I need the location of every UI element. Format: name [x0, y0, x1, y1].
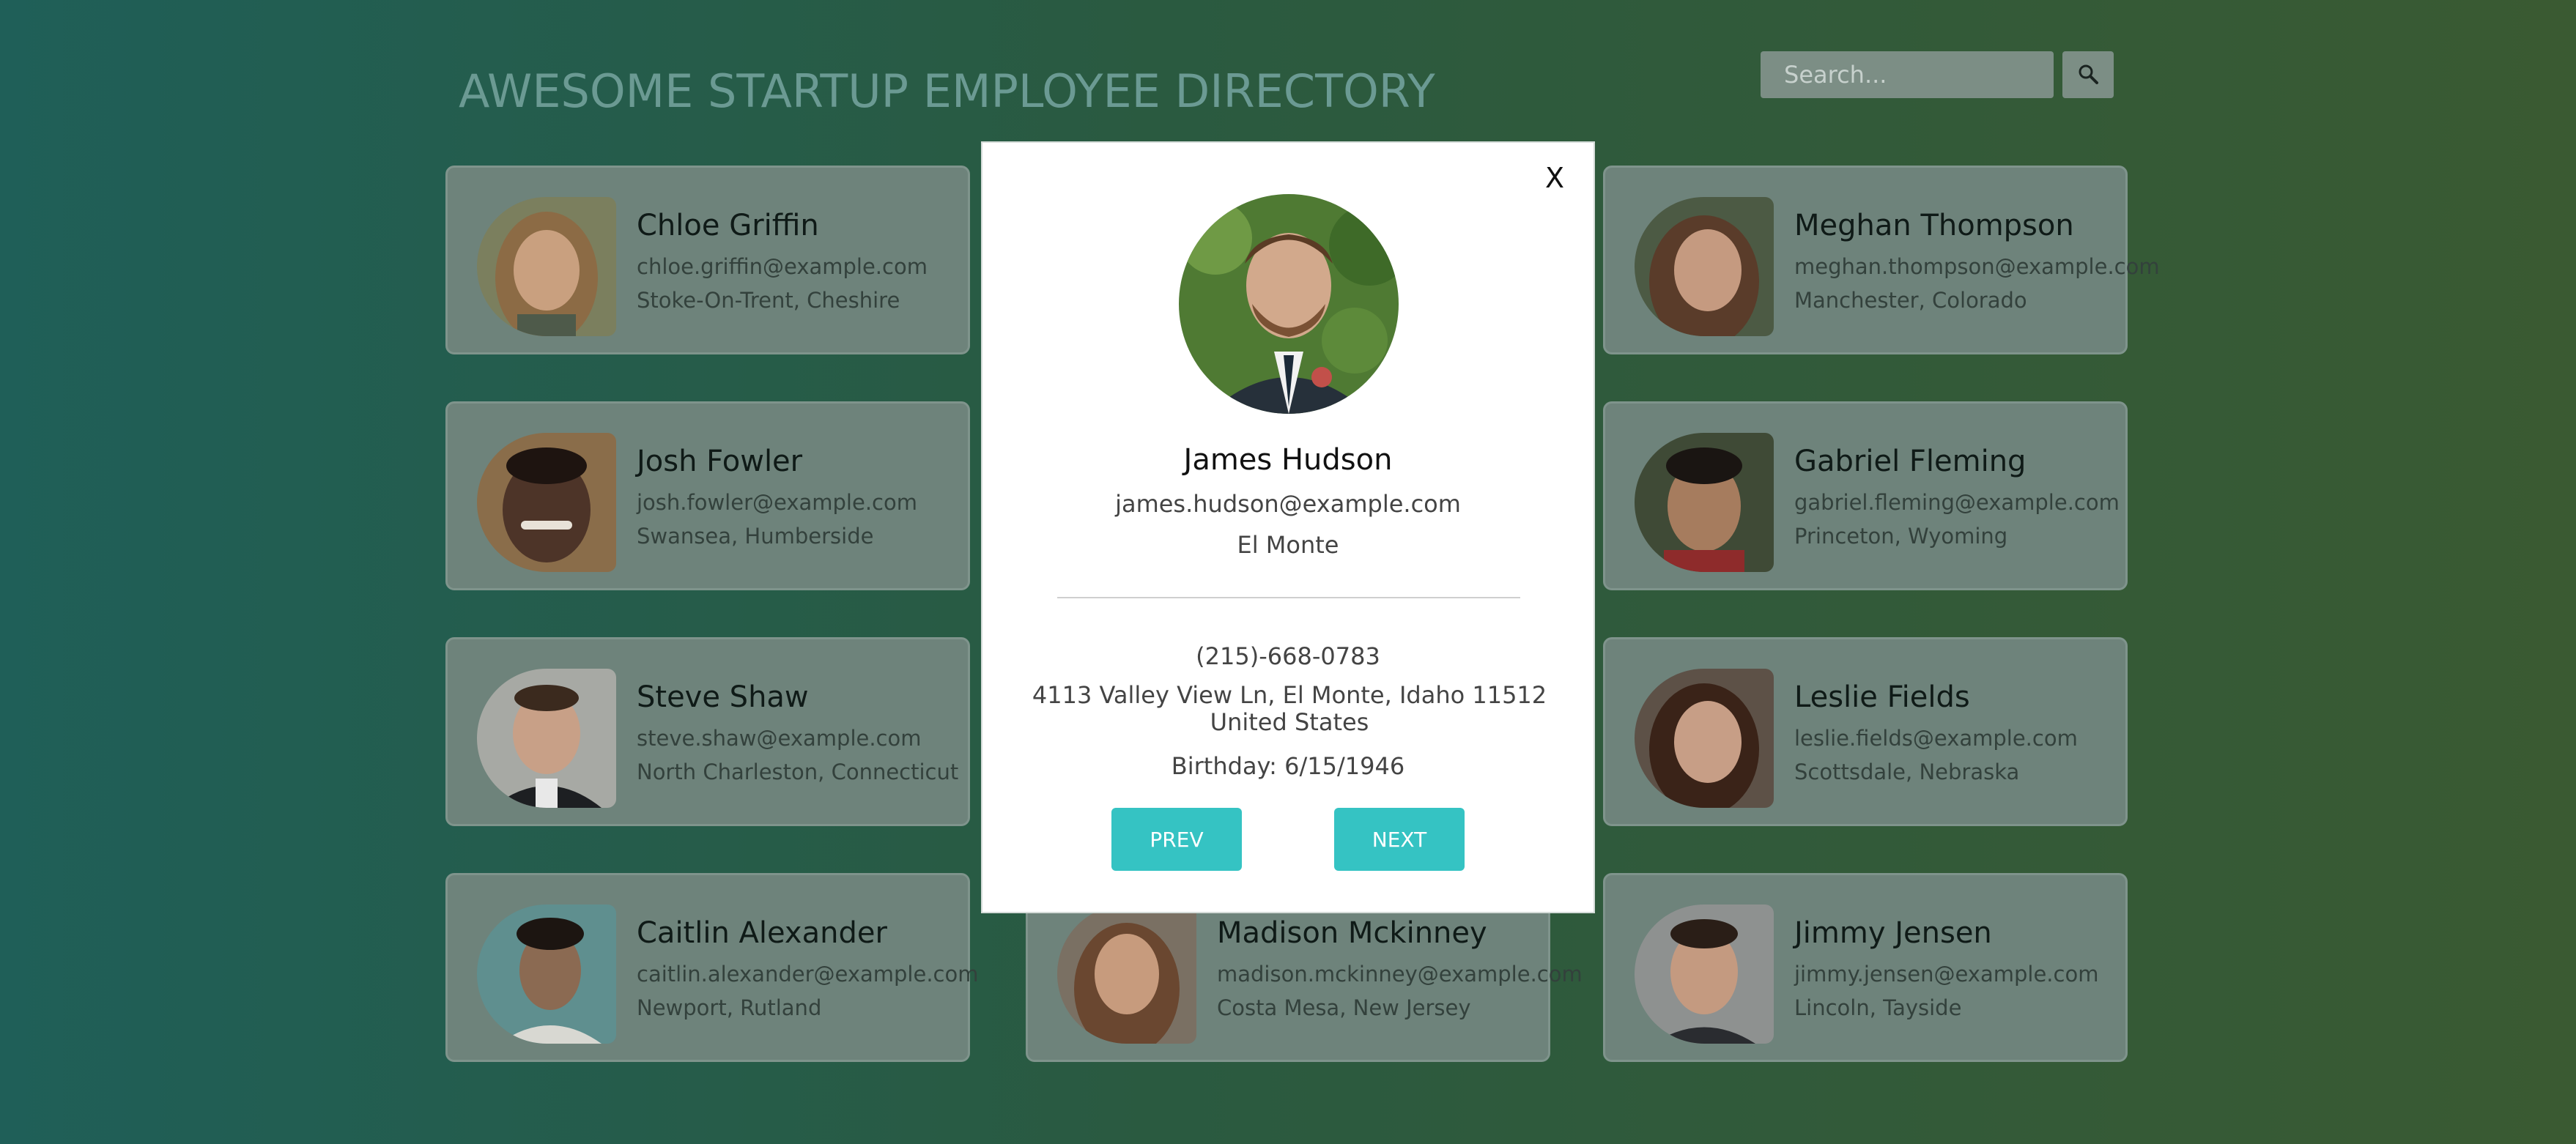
avatar [1635, 669, 1774, 808]
employee-card[interactable]: Caitlin Alexander caitlin.alexander@exam… [445, 873, 978, 1062]
avatar [1635, 905, 1774, 1044]
employee-name: Meghan Thompson [1794, 209, 2074, 242]
search-form [1761, 51, 2114, 98]
search-input[interactable] [1761, 51, 2054, 98]
avatar [1057, 905, 1196, 1044]
modal-divider [1057, 597, 1520, 598]
employee-location: Lincoln, Tayside [1794, 995, 1962, 1020]
employee-location: Princeton, Wyoming [1794, 524, 2008, 549]
modal-phone: (215)-668-0783 [1196, 642, 1380, 670]
prev-button[interactable]: PREV [1111, 808, 1242, 871]
employee-modal: X James Hudson james.hudson@example.com … [981, 141, 1595, 913]
close-button[interactable]: X [1545, 162, 1564, 194]
next-button[interactable]: NEXT [1334, 808, 1465, 871]
employee-card[interactable]: Jimmy Jensen jimmy.jensen@example.com Li… [1603, 873, 2128, 1062]
employee-name: Josh Fowler [637, 445, 803, 478]
avatar [477, 905, 616, 1044]
employee-location: Scottsdale, Nebraska [1794, 759, 2020, 784]
modal-city: El Monte [1237, 531, 1339, 559]
employee-email: caitlin.alexander@example.com [637, 962, 979, 987]
avatar [477, 197, 616, 336]
employee-location: Manchester, Colorado [1794, 288, 2027, 313]
employee-card[interactable]: Gabriel Fleming gabriel.fleming@example.… [1603, 401, 2128, 590]
employee-name: Madison Mckinney [1217, 916, 1487, 950]
avatar [477, 669, 616, 808]
employee-card[interactable]: Meghan Thompson meghan.thompson@example.… [1603, 166, 2160, 354]
employee-name: Chloe Griffin [637, 209, 819, 242]
employee-email: steve.shaw@example.com [637, 726, 922, 751]
modal-birthday: Birthday: 6/15/1946 [1171, 752, 1405, 780]
employee-email: chloe.griffin@example.com [637, 254, 928, 279]
employee-email: meghan.thompson@example.com [1794, 254, 2160, 279]
employee-location: North Charleston, Connecticut [637, 759, 959, 784]
employee-name: Leslie Fields [1794, 680, 1970, 714]
modal-name: James Hudson [1183, 443, 1393, 477]
page: AWESOME STARTUP EMPLOYEE DIRECTORY Chloe… [0, 0, 2576, 1144]
employee-location: Stoke-On-Trent, Cheshire [637, 288, 900, 313]
avatar [1635, 433, 1774, 572]
employee-name: Caitlin Alexander [637, 916, 887, 950]
modal-address: 4113 Valley View Ln, El Monte, Idaho 115… [1032, 681, 1547, 736]
employee-email: madison.mckinney@example.com [1217, 962, 1583, 987]
employee-email: gabriel.fleming@example.com [1794, 490, 2120, 515]
modal-email: james.hudson@example.com [1115, 490, 1461, 518]
employee-card[interactable]: Chloe Griffin chloe.griffin@example.com … [445, 166, 970, 354]
employee-card[interactable]: Leslie Fields leslie.fields@example.com … [1603, 637, 2128, 826]
employee-card[interactable]: Steve Shaw steve.shaw@example.com North … [445, 637, 970, 826]
employee-location: Costa Mesa, New Jersey [1217, 995, 1471, 1020]
employee-name: Steve Shaw [637, 680, 809, 714]
employee-location: Newport, Rutland [637, 995, 822, 1020]
employee-name: Gabriel Fleming [1794, 445, 2027, 478]
employee-email: jimmy.jensen@example.com [1794, 962, 2099, 987]
avatar [1635, 197, 1774, 336]
search-button[interactable] [2062, 51, 2114, 98]
page-title: AWESOME STARTUP EMPLOYEE DIRECTORY [459, 64, 1435, 118]
avatar [477, 433, 616, 572]
employee-location: Swansea, Humberside [637, 524, 874, 549]
employee-email: josh.fowler@example.com [637, 490, 917, 515]
employee-card[interactable]: Josh Fowler josh.fowler@example.com Swan… [445, 401, 970, 590]
modal-avatar [1179, 194, 1399, 414]
search-icon [2077, 63, 2099, 87]
employee-email: leslie.fields@example.com [1794, 726, 2078, 751]
employee-name: Jimmy Jensen [1794, 916, 1992, 950]
